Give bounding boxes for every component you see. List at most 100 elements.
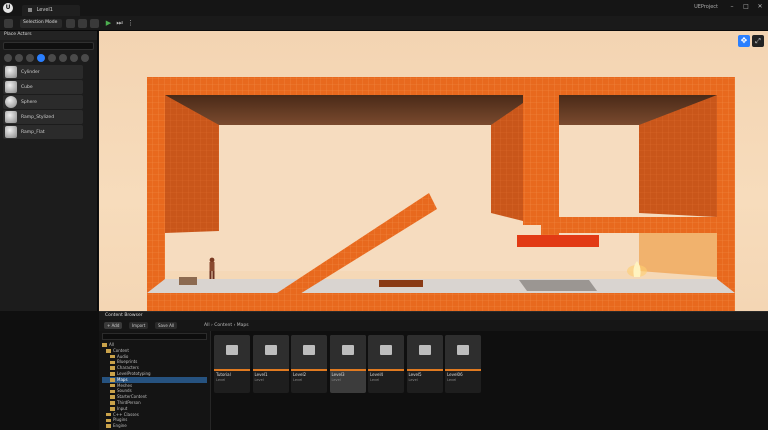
play-button[interactable]: ▶ xyxy=(104,19,113,28)
place-actors-search-input[interactable] xyxy=(3,42,94,50)
volumes-icon[interactable] xyxy=(70,54,78,62)
folder-icon xyxy=(110,354,115,359)
asset-tile[interactable]: Tutorial Level xyxy=(214,335,250,393)
main-toolbar: Selection Mode ▶ ⏭ ⋮ xyxy=(0,16,768,31)
level-icon xyxy=(28,7,32,12)
asset-name: Level06 xyxy=(447,372,463,377)
map-icon xyxy=(264,345,277,355)
cinematics-icon[interactable] xyxy=(90,19,99,28)
asset-thumbnail xyxy=(329,335,366,369)
floor-front-edge xyxy=(147,293,735,311)
shape-item-sphere[interactable]: Sphere xyxy=(3,95,83,109)
import-button[interactable]: Import xyxy=(129,322,149,329)
play-options-button[interactable]: ⋮ xyxy=(126,19,135,28)
advance-frame-button[interactable]: ⏭ xyxy=(115,19,124,28)
folder-label: Meshes xyxy=(117,382,133,388)
ramp-icon xyxy=(5,126,17,138)
folder-label: Characters xyxy=(117,365,139,371)
folder-label: StarterContent xyxy=(117,394,147,400)
asset-tile[interactable]: Level2 Level xyxy=(291,335,327,393)
map-icon xyxy=(418,345,431,355)
player-character xyxy=(209,257,215,279)
folder-tree-item[interactable]: Engine xyxy=(102,423,207,429)
folder-label: Blueprints xyxy=(117,359,138,365)
asset-tile[interactable]: Level5 Level xyxy=(406,335,443,393)
right-pillar xyxy=(717,77,735,295)
add-icon[interactable] xyxy=(66,19,75,28)
floor-pit xyxy=(379,280,423,287)
map-icon xyxy=(226,345,238,355)
shape-item-cylinder[interactable]: Cylinder xyxy=(3,65,83,79)
shape-item-cube[interactable]: Cube xyxy=(3,80,83,94)
asset-thumbnail xyxy=(214,335,250,369)
folder-label: Engine xyxy=(113,423,127,429)
place-actors-header: Place Actors xyxy=(0,31,97,40)
level-tab[interactable]: Level1 xyxy=(22,5,80,16)
asset-name: Level3 xyxy=(331,372,345,377)
folder-label: ThirdPerson xyxy=(117,399,141,405)
folder-icon xyxy=(106,418,111,423)
folder-label: LevelPrototyping xyxy=(117,370,151,376)
folder-label: Sounds xyxy=(117,388,132,394)
shape-label: Cylinder xyxy=(21,69,40,75)
asset-tile[interactable]: Level4 Level xyxy=(368,335,404,393)
folder-icon xyxy=(110,378,115,382)
map-icon xyxy=(341,345,354,355)
blueprint-icon[interactable] xyxy=(78,19,87,28)
content-browser-tab[interactable]: Content Browser xyxy=(105,313,143,318)
shape-label: Ramp_Stylized xyxy=(21,114,55,120)
asset-thumbnail xyxy=(252,335,289,369)
asset-name: Tutorial xyxy=(216,372,231,377)
middle-pillar xyxy=(523,95,541,225)
mode-dropdown[interactable]: Selection Mode xyxy=(20,19,62,28)
asset-name: Level4 xyxy=(370,372,384,377)
folder-label: Audio xyxy=(117,353,129,359)
folder-label: Input xyxy=(117,405,128,411)
content-browser-tabbar: Content Browser xyxy=(99,311,768,320)
asset-name: Level5 xyxy=(408,372,422,377)
basic-icon[interactable] xyxy=(15,54,23,62)
asset-thumbnail xyxy=(368,335,404,369)
visual-effects-icon[interactable] xyxy=(59,54,67,62)
maximize-button[interactable]: □ xyxy=(740,2,752,12)
mode-dropdown-label: Selection Mode xyxy=(23,20,58,25)
back-wall xyxy=(159,121,719,271)
folder-tree-list: All Content Audio Blueprints Characters Level… xyxy=(102,342,207,429)
unreal-logo-icon[interactable]: U xyxy=(3,3,13,13)
asset-tile[interactable]: Level1 Level xyxy=(252,335,289,393)
sphere-icon xyxy=(5,96,17,108)
close-button[interactable]: ✕ xyxy=(754,2,766,12)
asset-type: Level xyxy=(408,378,418,382)
shapes-icon[interactable] xyxy=(37,54,45,62)
save-icon[interactable] xyxy=(4,19,13,28)
folder-icon xyxy=(110,401,115,405)
cinematic-icon[interactable] xyxy=(48,54,56,62)
fullscreen-icon[interactable]: ⤢ xyxy=(752,35,764,47)
save-all-button[interactable]: Save All xyxy=(155,322,178,329)
asset-thumbnail xyxy=(406,335,443,369)
breadcrumb[interactable]: All › Content › Maps xyxy=(204,322,249,329)
add-button[interactable]: + Add xyxy=(104,322,123,329)
ceiling xyxy=(165,95,541,125)
crate xyxy=(179,277,197,285)
level-viewport[interactable]: ✥ ⤢ xyxy=(99,31,768,311)
cube-icon xyxy=(5,81,17,93)
lights-icon[interactable] xyxy=(26,54,34,62)
red-block xyxy=(517,235,599,247)
folder-tree: All Content Audio Blueprints Characters Level… xyxy=(99,331,211,430)
shape-item-ramp-flat[interactable]: Ramp_Flat xyxy=(3,125,83,139)
minimize-button[interactable]: – xyxy=(726,2,738,12)
title-bar: U Level1 UEProject – □ ✕ xyxy=(0,0,768,16)
asset-name: Level2 xyxy=(293,372,307,377)
all-classes-icon[interactable] xyxy=(81,54,89,62)
shape-item-ramp-stylized[interactable]: Ramp_Stylized xyxy=(3,110,83,124)
asset-tile[interactable]: Level06 Level xyxy=(445,335,481,393)
shape-label: Ramp_Flat xyxy=(21,129,45,135)
move-tool-icon[interactable]: ✥ xyxy=(738,35,750,47)
folder-search-input[interactable] xyxy=(102,333,207,340)
asset-type: Level xyxy=(293,378,303,382)
recent-icon[interactable] xyxy=(4,54,12,62)
asset-tile[interactable]: Level3 Level xyxy=(329,335,366,393)
asset-type: Level xyxy=(254,378,264,382)
asset-type: Level xyxy=(447,378,457,382)
